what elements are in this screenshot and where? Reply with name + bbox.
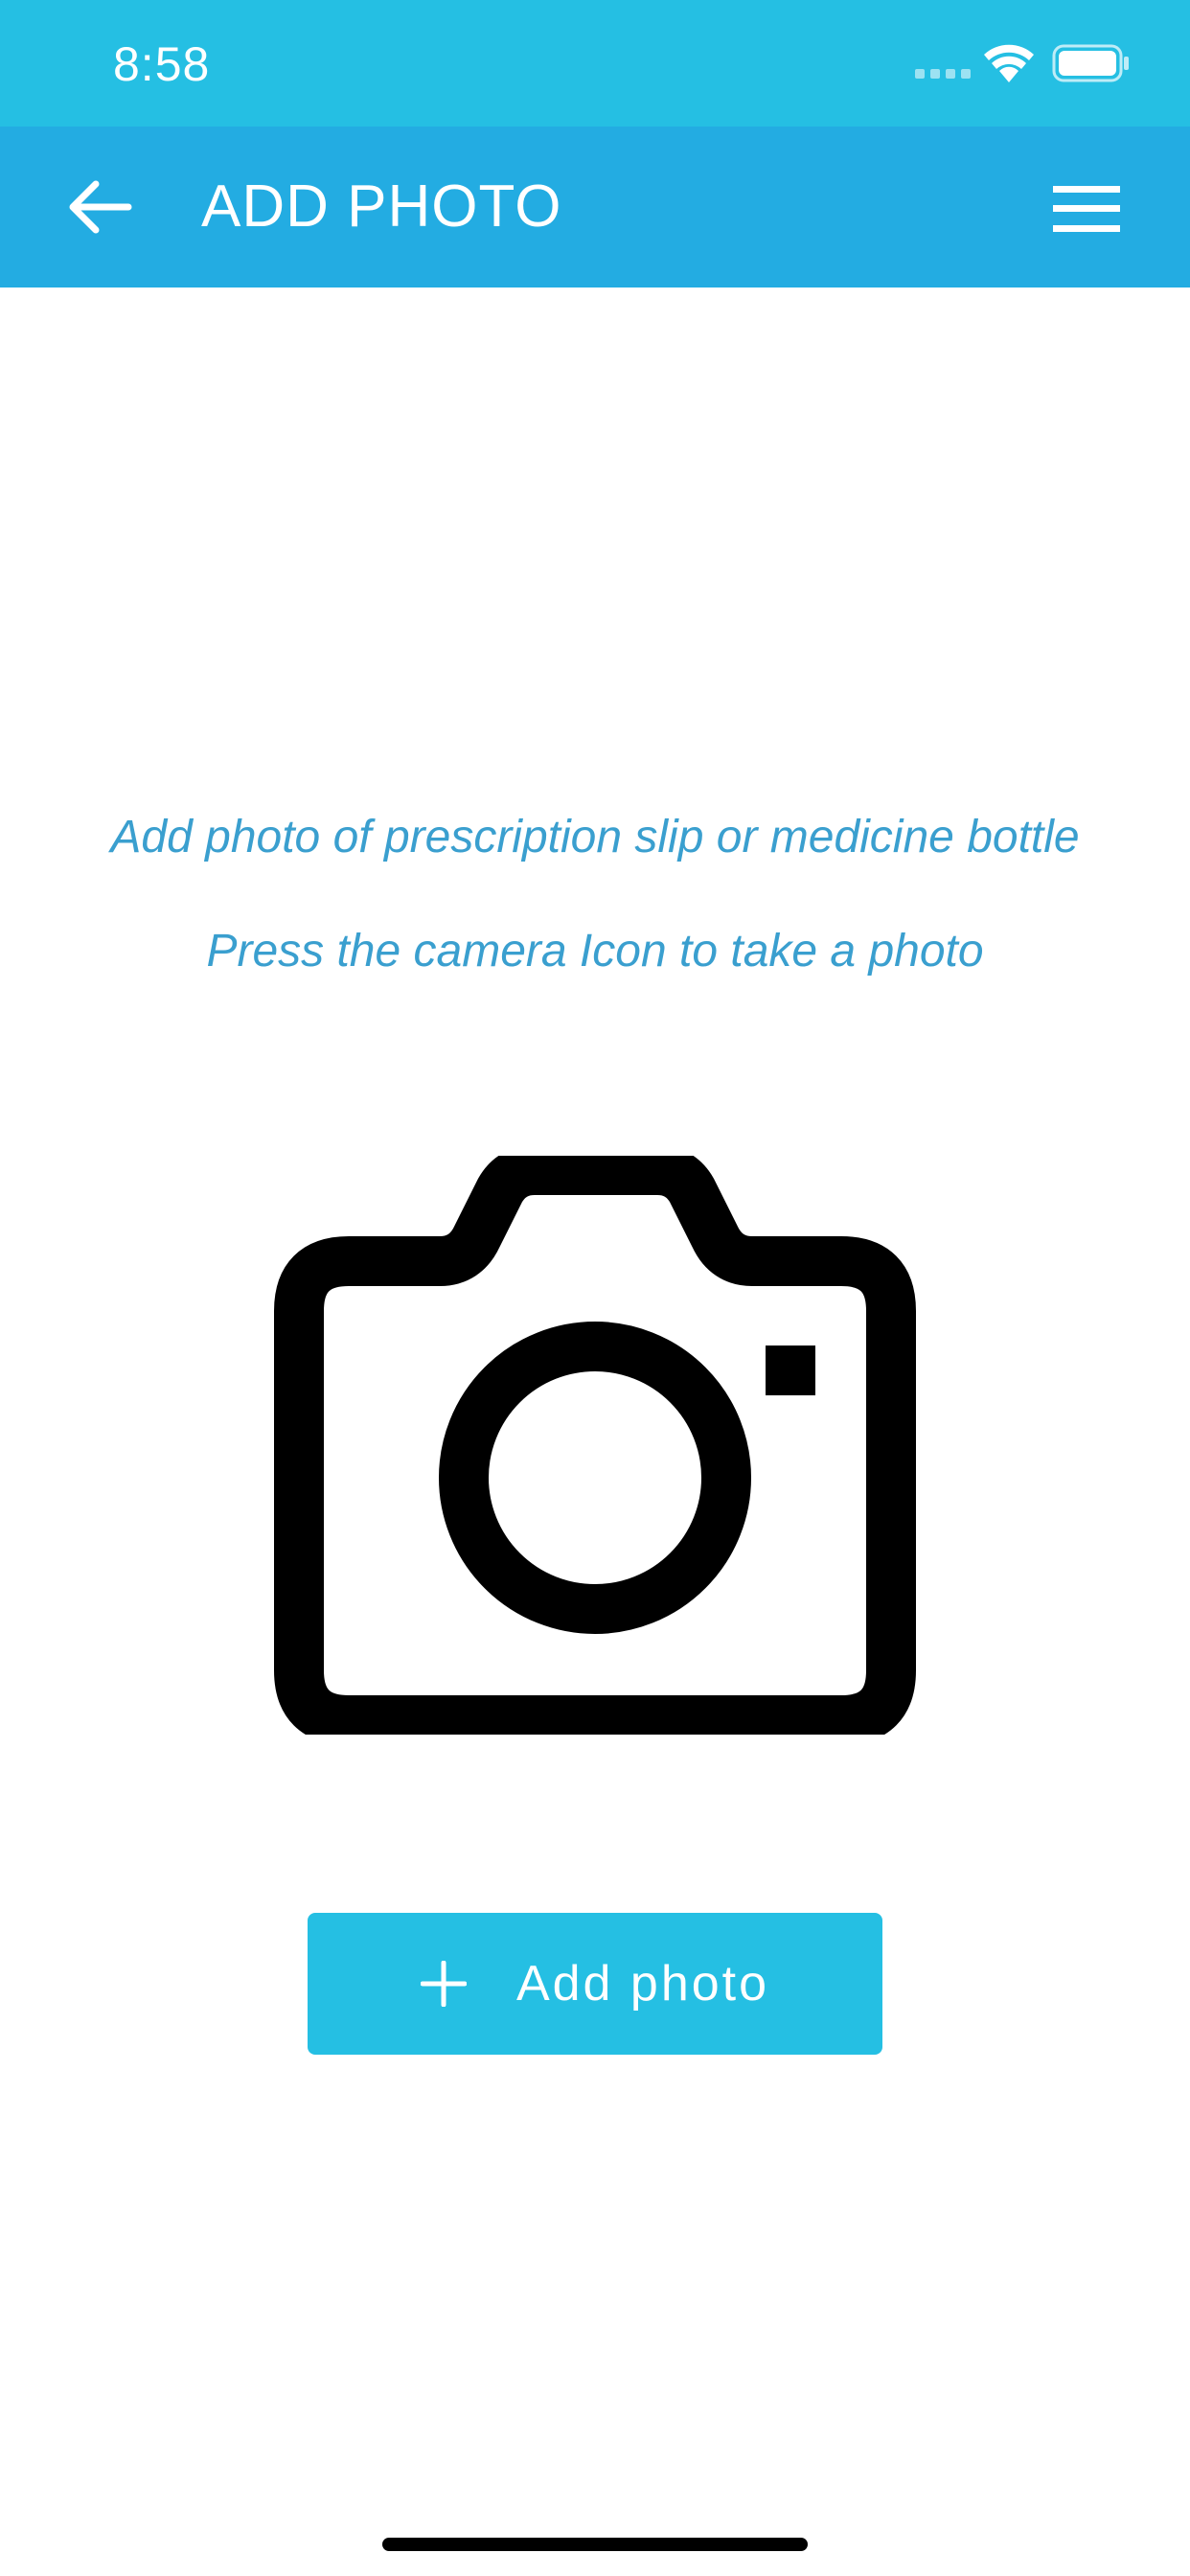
home-indicator[interactable] — [382, 2538, 808, 2551]
camera-icon[interactable] — [274, 1156, 916, 1735]
back-button[interactable] — [54, 161, 146, 253]
add-photo-screen: 8:58 ADD PHOTO Add photo of prescription… — [0, 0, 1190, 2576]
app-bar: ADD PHOTO — [0, 126, 1190, 288]
arrow-left-icon — [69, 180, 132, 234]
hamburger-menu-icon — [1053, 186, 1120, 232]
battery-icon — [1052, 44, 1129, 82]
add-photo-button[interactable]: Add photo — [308, 1913, 882, 2055]
add-photo-label: Add photo — [515, 1956, 770, 2012]
plus-icon — [420, 1961, 467, 2007]
status-bar: 8:58 — [0, 0, 1190, 126]
status-time: 8:58 — [113, 37, 211, 91]
page-title: ADD PHOTO — [201, 173, 562, 240]
instruction-primary: Add photo of prescription slip or medici… — [110, 812, 1080, 862]
instruction-secondary: Press the camera Icon to take a photo — [206, 926, 984, 977]
cellular-signal-icon — [915, 69, 971, 79]
menu-button[interactable] — [1041, 163, 1133, 255]
wifi-icon — [984, 44, 1034, 82]
